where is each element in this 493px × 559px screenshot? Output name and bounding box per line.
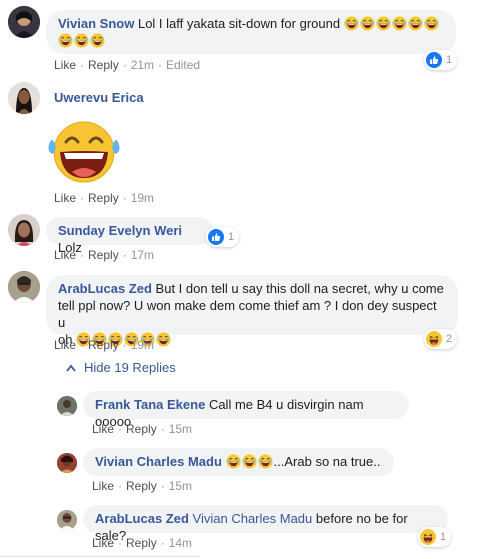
reaction-badge[interactable]: 2 — [424, 329, 458, 349]
comment-actions: Like · Reply · 19m — [54, 338, 155, 352]
reply-button[interactable]: Reply — [126, 479, 157, 493]
comment-text-line-2: tell ppl now? U won make dem come thief … — [58, 298, 437, 330]
laugh-emoji-icon — [360, 16, 375, 31]
reaction-badge[interactable]: 1 — [418, 527, 452, 547]
laugh-emoji-icon — [74, 33, 89, 48]
comment-bubble: Vivian Snow Lol I laff yakata sit-down f… — [46, 10, 456, 54]
laughing-sticker — [44, 116, 124, 186]
commenter-name[interactable]: Sunday Evelyn Weri — [58, 223, 182, 238]
like-button[interactable]: Like — [54, 58, 76, 72]
comment-text-line-1: But I don tell u say this doll na secret… — [155, 281, 444, 296]
avatar[interactable] — [57, 510, 77, 530]
comment-actions: Like · Reply · 21m · Edited — [54, 58, 201, 72]
like-button[interactable]: Like — [54, 338, 76, 352]
laugh-emoji-icon — [226, 454, 241, 469]
timestamp[interactable]: 15m — [169, 479, 192, 493]
like-button[interactable]: Like — [92, 479, 114, 493]
avatar[interactable] — [8, 214, 40, 246]
reply-bubble: ArabLucas Zed Vivian Charles Madu before… — [83, 505, 448, 543]
like-button[interactable]: Like — [54, 191, 76, 205]
reaction-count: 2 — [446, 333, 453, 345]
commenter-name[interactable]: Uwerevu Erica — [54, 90, 144, 105]
laugh-emoji-icon — [156, 332, 171, 347]
comment-text: Lol I laff yakata sit-down for ground — [137, 16, 341, 31]
comment-actions: Like · Reply · 19m — [54, 191, 155, 205]
timestamp[interactable]: 17m — [131, 248, 154, 262]
timestamp[interactable]: 19m — [131, 338, 154, 352]
like-button[interactable]: Like — [92, 422, 114, 436]
timestamp[interactable]: 15m — [169, 422, 192, 436]
reply-bubble: Frank Tana Ekene Call me B4 u disvirgin … — [83, 391, 409, 429]
comment-bubble: ArabLucas Zed But I don tell u say this … — [46, 275, 458, 347]
mention-link[interactable]: Vivian Charles Madu — [193, 511, 313, 526]
laugh-emoji-icon — [58, 33, 73, 48]
timestamp[interactable]: 14m — [169, 536, 192, 550]
avatar[interactable] — [8, 6, 40, 38]
reply-button[interactable]: Reply — [88, 338, 119, 352]
like-button[interactable]: Like — [54, 248, 76, 262]
comment-bubble: Sunday Evelyn Weri Lolz — [46, 217, 213, 255]
laugh-emoji-icon — [408, 16, 423, 31]
like-button[interactable]: Like — [92, 536, 114, 550]
reaction-count: 1 — [440, 531, 447, 543]
commenter-name[interactable]: Vivian Charles Madu — [95, 454, 222, 469]
laugh-emoji-icon — [242, 454, 257, 469]
reaction-badge[interactable]: 1 — [424, 50, 458, 70]
laugh-emoji-icon — [258, 454, 273, 469]
avatar[interactable] — [8, 271, 40, 303]
laugh-emoji-icon — [424, 16, 439, 31]
like-icon — [426, 52, 442, 68]
haha-icon — [426, 331, 442, 347]
hide-replies-label: Hide 19 Replies — [84, 360, 176, 375]
reaction-count: 1 — [446, 54, 453, 66]
reply-actions: Like · Reply · 15m — [92, 422, 193, 436]
laugh-emoji-icon — [376, 16, 391, 31]
avatar[interactable] — [57, 453, 77, 473]
laugh-emoji-icon — [392, 16, 407, 31]
commenter-name[interactable]: Frank Tana Ekene — [95, 397, 205, 412]
reply-button[interactable]: Reply — [88, 58, 119, 72]
edited-label[interactable]: Edited — [166, 58, 200, 72]
avatar[interactable] — [8, 82, 40, 114]
timestamp[interactable]: 21m — [131, 58, 154, 72]
reply-bubble: Vivian Charles Madu ...Arab so na true.. — [83, 448, 394, 476]
reply-text: ...Arab so na true.. — [273, 454, 381, 469]
reaction-count: 1 — [228, 231, 235, 243]
reply-actions: Like · Reply · 14m — [92, 536, 193, 550]
comment-actions: Like · Reply · 17m — [54, 248, 155, 262]
commenter-name[interactable]: ArabLucas Zed — [58, 281, 152, 296]
reply-button[interactable]: Reply — [126, 536, 157, 550]
laugh-emoji-icon — [344, 16, 359, 31]
reply-button[interactable]: Reply — [126, 422, 157, 436]
reply-button[interactable]: Reply — [88, 248, 119, 262]
commenter-name[interactable]: ArabLucas Zed — [95, 511, 189, 526]
avatar[interactable] — [57, 396, 77, 416]
laugh-emoji-icon — [90, 33, 105, 48]
divider — [0, 556, 200, 557]
like-icon — [208, 229, 224, 245]
timestamp[interactable]: 19m — [131, 191, 154, 205]
commenter-name[interactable]: Vivian Snow — [58, 16, 134, 31]
chevron-up-icon — [66, 364, 76, 372]
reaction-badge[interactable]: 1 — [206, 227, 240, 247]
haha-icon — [420, 529, 436, 545]
reply-actions: Like · Reply · 15m — [92, 479, 193, 493]
hide-replies-toggle[interactable]: Hide 19 Replies — [66, 360, 176, 375]
reply-button[interactable]: Reply — [88, 191, 119, 205]
